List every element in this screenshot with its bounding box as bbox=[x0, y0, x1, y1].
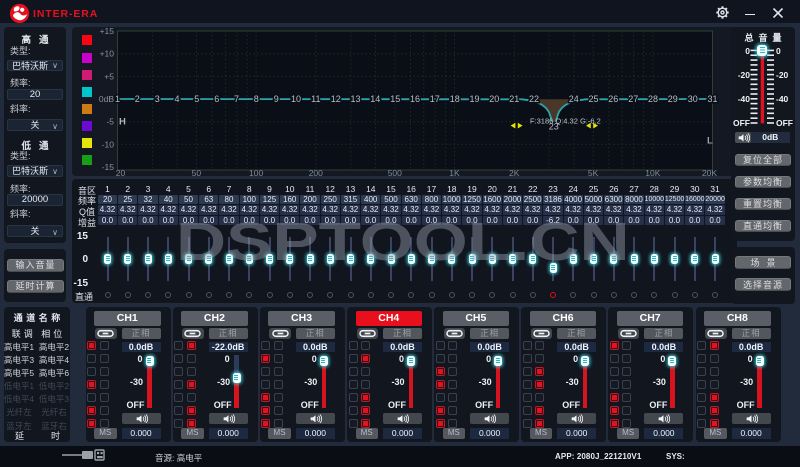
svg-text:20K: 20K bbox=[702, 168, 717, 176]
svg-text:12: 12 bbox=[331, 94, 341, 104]
svg-text:-5: -5 bbox=[106, 117, 114, 127]
svg-text:L: L bbox=[707, 136, 713, 147]
svg-text:27: 27 bbox=[628, 94, 638, 104]
svg-text:+5: +5 bbox=[104, 71, 114, 81]
svg-text:15: 15 bbox=[390, 94, 400, 104]
svg-text:4: 4 bbox=[174, 94, 179, 104]
svg-text:3: 3 bbox=[155, 94, 160, 104]
svg-text:29: 29 bbox=[668, 94, 678, 104]
svg-text:9: 9 bbox=[274, 94, 279, 104]
svg-text:19: 19 bbox=[469, 94, 479, 104]
svg-text:17: 17 bbox=[430, 94, 440, 104]
svg-text:+10: +10 bbox=[100, 49, 115, 59]
svg-text:11: 11 bbox=[311, 94, 320, 104]
svg-text:1: 1 bbox=[115, 94, 120, 104]
svg-text:7: 7 bbox=[234, 94, 239, 104]
svg-text:16: 16 bbox=[410, 94, 420, 104]
svg-text:13: 13 bbox=[350, 94, 360, 104]
svg-text:20: 20 bbox=[116, 168, 126, 176]
svg-text:28: 28 bbox=[648, 94, 658, 104]
svg-text:21: 21 bbox=[509, 94, 519, 104]
svg-text:14: 14 bbox=[370, 94, 380, 104]
svg-text:50: 50 bbox=[192, 168, 202, 176]
svg-text:-10: -10 bbox=[102, 139, 115, 149]
svg-text:22: 22 bbox=[529, 94, 539, 104]
svg-text:26: 26 bbox=[608, 94, 618, 104]
svg-text:5K: 5K bbox=[588, 168, 599, 176]
svg-text:24: 24 bbox=[569, 94, 579, 104]
svg-text:H: H bbox=[119, 117, 126, 128]
svg-text:30: 30 bbox=[688, 94, 698, 104]
svg-text:31: 31 bbox=[707, 94, 717, 104]
svg-text:200: 200 bbox=[309, 168, 323, 176]
svg-text:1K: 1K bbox=[449, 168, 460, 176]
svg-text:6: 6 bbox=[214, 94, 219, 104]
svg-text:+15: +15 bbox=[100, 27, 115, 36]
svg-text:25: 25 bbox=[588, 94, 598, 104]
svg-text:2K: 2K bbox=[509, 168, 520, 176]
svg-text:5: 5 bbox=[194, 94, 199, 104]
svg-text:100: 100 bbox=[249, 168, 263, 176]
svg-text:10: 10 bbox=[291, 94, 301, 104]
svg-text:8: 8 bbox=[254, 94, 259, 104]
svg-text:18: 18 bbox=[450, 94, 460, 104]
svg-text:0dB: 0dB bbox=[99, 94, 114, 104]
svg-text:-15: -15 bbox=[102, 162, 115, 172]
svg-text:500: 500 bbox=[388, 168, 402, 176]
svg-text:2: 2 bbox=[135, 94, 140, 104]
svg-text:20: 20 bbox=[489, 94, 499, 104]
svg-text:10K: 10K bbox=[645, 168, 660, 176]
